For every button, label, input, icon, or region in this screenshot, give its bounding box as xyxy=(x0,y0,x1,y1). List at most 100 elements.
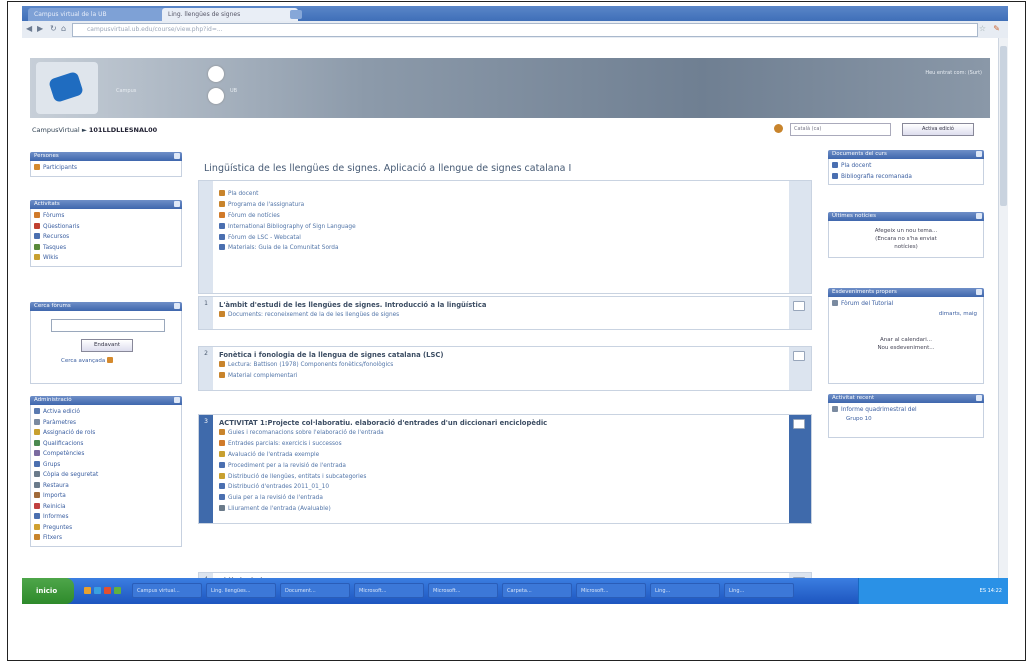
campus-logo[interactable] xyxy=(36,62,98,114)
block-item[interactable]: Reinicia xyxy=(34,502,178,513)
block-header[interactable]: Administració xyxy=(30,396,182,405)
block-item[interactable]: Participants xyxy=(34,163,178,174)
scrollbar-thumb[interactable] xyxy=(1000,46,1007,206)
new-tab-button[interactable] xyxy=(290,10,302,19)
page-scrollbar[interactable] xyxy=(998,38,1008,578)
reload-icon[interactable]: ↻ xyxy=(50,24,57,33)
taskbar-window-button[interactable]: Microsoft... xyxy=(576,583,646,598)
breadcrumb-root[interactable]: CampusVirtual xyxy=(32,126,80,134)
collapse-icon[interactable] xyxy=(976,395,982,401)
taskbar-window-button[interactable]: Document... xyxy=(280,583,350,598)
help-icon[interactable] xyxy=(107,357,113,363)
resource-link[interactable]: Distribució de llengües, entitats i subc… xyxy=(219,472,783,483)
resource-link[interactable]: Guia per a la revisió de l'entrada xyxy=(219,493,783,504)
resource-link[interactable]: Guies i recomanacions sobre l'elaboració… xyxy=(219,428,783,439)
block-item[interactable]: Còpia de seguretat xyxy=(34,470,178,481)
add-topic-link[interactable]: Afegeix un nou tema... xyxy=(832,227,980,235)
resource-link[interactable]: Entrades parcials: exercicis i successos xyxy=(219,439,783,450)
language-select[interactable]: Català (ca) xyxy=(790,123,891,136)
block-header[interactable]: Últimes notícies xyxy=(828,212,984,221)
new-event-link[interactable]: Nou esdeveniment... xyxy=(832,344,980,352)
taskbar-window-button[interactable]: Ling. llengües... xyxy=(206,583,276,598)
block-header[interactable]: Persones xyxy=(30,152,182,161)
resource-link[interactable]: Programa de l'assignatura xyxy=(219,200,783,211)
block-header[interactable]: Documents del curs xyxy=(828,150,984,159)
block-item[interactable]: Wikis xyxy=(34,253,178,264)
taskbar-window-button[interactable]: Carpeta... xyxy=(502,583,572,598)
activity-group[interactable]: Grupo 10 xyxy=(832,416,980,422)
resource-link[interactable]: Fòrum de LSC - Webcatal xyxy=(219,233,783,244)
quick-launch-icon[interactable] xyxy=(114,587,121,594)
activity-item[interactable]: Informe quadrimestral del xyxy=(832,405,980,416)
quick-launch-icon[interactable] xyxy=(84,587,91,594)
back-arrow-icon[interactable]: ◀ xyxy=(26,24,32,33)
taskbar-window-button[interactable]: Microsoft... xyxy=(354,583,424,598)
header-link[interactable]: UB xyxy=(230,88,237,94)
block-header[interactable]: Activitats xyxy=(30,200,182,209)
resource-link[interactable]: Documents: reconeixement de la de les ll… xyxy=(219,310,783,321)
start-button[interactable]: inicio xyxy=(22,578,74,604)
block-item[interactable]: Qualificacions xyxy=(34,439,178,450)
browser-tab[interactable]: Campus virtual de la UB xyxy=(28,8,170,21)
block-item[interactable]: Restaura xyxy=(34,481,178,492)
taskbar-window-button[interactable]: Microsoft... xyxy=(428,583,498,598)
go-to-calendar-link[interactable]: Anar al calendari... xyxy=(832,336,980,344)
collapse-icon[interactable] xyxy=(174,397,180,403)
resource-link[interactable]: Fòrum de notícies xyxy=(219,211,783,222)
forum-search-input[interactable] xyxy=(51,319,165,332)
resource-link[interactable]: Pla docent xyxy=(219,189,783,200)
block-item[interactable]: Paràmetres xyxy=(34,418,178,429)
block-item[interactable]: Bibliografia recomanada xyxy=(832,172,980,183)
advanced-search-link[interactable]: Cerca avançada xyxy=(61,357,116,364)
home-icon[interactable]: ⌂ xyxy=(61,24,66,33)
collapse-icon[interactable] xyxy=(976,151,982,157)
resource-link[interactable]: International Bibliography of Sign Langu… xyxy=(219,222,783,233)
block-item[interactable]: Qüestionaris xyxy=(34,222,178,233)
block-item[interactable]: Assignació de rols xyxy=(34,428,178,439)
show-only-section-icon[interactable] xyxy=(793,301,805,311)
block-item[interactable]: Informes xyxy=(34,512,178,523)
show-only-section-icon[interactable] xyxy=(793,419,805,429)
block-item[interactable]: Competències xyxy=(34,449,178,460)
resource-link[interactable]: Material complementari xyxy=(219,371,783,382)
collapse-icon[interactable] xyxy=(976,289,982,295)
block-header[interactable]: Cerca fòrums xyxy=(30,302,182,311)
header-link[interactable]: Campus xyxy=(116,88,136,94)
settings-wrench-icon[interactable]: ✎ xyxy=(993,24,1000,33)
block-item[interactable]: Importa xyxy=(34,491,178,502)
block-header[interactable]: Activitat recent xyxy=(828,394,984,403)
resource-link[interactable]: Distribució d'entrades 2011_01_10 xyxy=(219,482,783,493)
resource-link[interactable]: Lectura: Battison (1978) Components fonè… xyxy=(219,360,783,371)
resource-link[interactable]: Materials: Guia de la Comunitat Sorda xyxy=(219,243,783,254)
resource-link[interactable]: Lliurament de l'entrada (Avaluable) xyxy=(219,504,783,515)
block-item[interactable]: Tasques xyxy=(34,243,178,254)
resource-link[interactable]: Avaluació de l'entrada exemple xyxy=(219,450,783,461)
resource-link[interactable]: Procediment per a la revisió de l'entrad… xyxy=(219,461,783,472)
taskbar-window-button[interactable]: Ling... xyxy=(724,583,794,598)
collapse-icon[interactable] xyxy=(174,201,180,207)
taskbar-window-button[interactable]: Ling... xyxy=(650,583,720,598)
event-item[interactable]: Fòrum del Tutorial xyxy=(832,299,980,310)
collapse-icon[interactable] xyxy=(976,213,982,219)
browser-tab-active[interactable]: Ling. llengües de signes xyxy=(162,8,298,21)
forward-arrow-icon[interactable]: ▶ xyxy=(37,24,43,33)
url-input[interactable]: campusvirtual.ub.edu/course/view.php?id=… xyxy=(72,23,978,37)
block-item[interactable]: Recursos xyxy=(34,232,178,243)
block-item[interactable]: Grups xyxy=(34,460,178,471)
turn-editing-on-button[interactable]: Activa edició xyxy=(902,123,974,136)
block-item[interactable]: Preguntes xyxy=(34,523,178,534)
bookmark-star-icon[interactable]: ☆ xyxy=(979,24,986,33)
show-only-section-icon[interactable] xyxy=(793,351,805,361)
block-item[interactable]: Fòrums xyxy=(34,211,178,222)
block-header[interactable]: Esdeveniments propers xyxy=(828,288,984,297)
block-item[interactable]: Activa edició xyxy=(34,407,178,418)
user-info[interactable]: Heu entrat com: (Surt) xyxy=(925,70,982,76)
block-item[interactable]: Pla docent xyxy=(832,161,980,172)
taskbar-window-button[interactable]: Campus virtual... xyxy=(132,583,202,598)
collapse-icon[interactable] xyxy=(174,303,180,309)
block-item[interactable]: Fitxers xyxy=(34,533,178,544)
quick-launch-icon[interactable] xyxy=(94,587,101,594)
quick-launch-icon[interactable] xyxy=(104,587,111,594)
collapse-icon[interactable] xyxy=(174,153,180,159)
search-go-button[interactable]: Endavant xyxy=(81,339,133,352)
